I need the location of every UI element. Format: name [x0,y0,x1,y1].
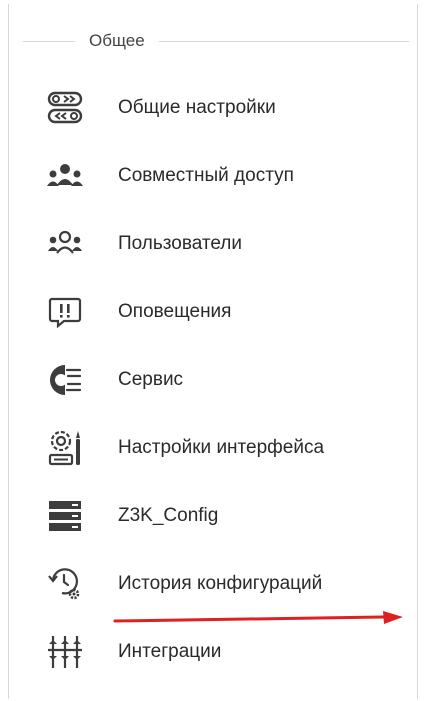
menu-item-z3k-config[interactable]: Z3K_Config [45,482,415,550]
shared-access-icon [45,156,85,196]
menu-item-service[interactable]: Сервис [45,346,415,414]
menu-item-label: Совместный доступ [118,165,294,186]
menu-item-label: Z3K_Config [118,505,219,526]
settings-panel: Общее Общие настройки Совместный доступ … [8,4,418,699]
menu-item-label: Общие настройки [118,97,276,118]
menu-item-notifications[interactable]: Оповещения [45,278,415,346]
section-title: Общее [89,31,145,50]
notifications-icon [45,292,85,332]
service-icon [45,360,85,400]
menu-item-label: Пользователи [118,233,243,254]
annotation-arrow-icon [113,611,403,624]
menu-item-label: Оповещения [118,301,232,322]
section-divider-left [23,40,75,42]
section-divider-right [158,40,409,42]
menu-item-users[interactable]: Пользователи [45,210,415,278]
menu-item-interface-settings[interactable]: Настройки интерфейса [45,414,415,482]
menu-item-label: Интеграции [118,641,222,662]
menu-item-shared-access[interactable]: Совместный доступ [45,142,415,210]
users-icon [45,224,85,264]
toggle-settings-icon [45,88,85,128]
server-icon [45,496,85,536]
settings-menu: Общие настройки Совместный доступ Пользо… [45,74,415,686]
interface-settings-icon [45,428,85,468]
section-header: Общее [23,31,409,50]
menu-item-general-settings[interactable]: Общие настройки [45,74,415,142]
config-history-icon [45,564,85,604]
integrations-icon [45,632,85,672]
menu-item-label: Настройки интерфейса [118,437,325,458]
menu-item-label: Сервис [118,369,184,390]
menu-item-label: История конфигураций [118,573,323,594]
